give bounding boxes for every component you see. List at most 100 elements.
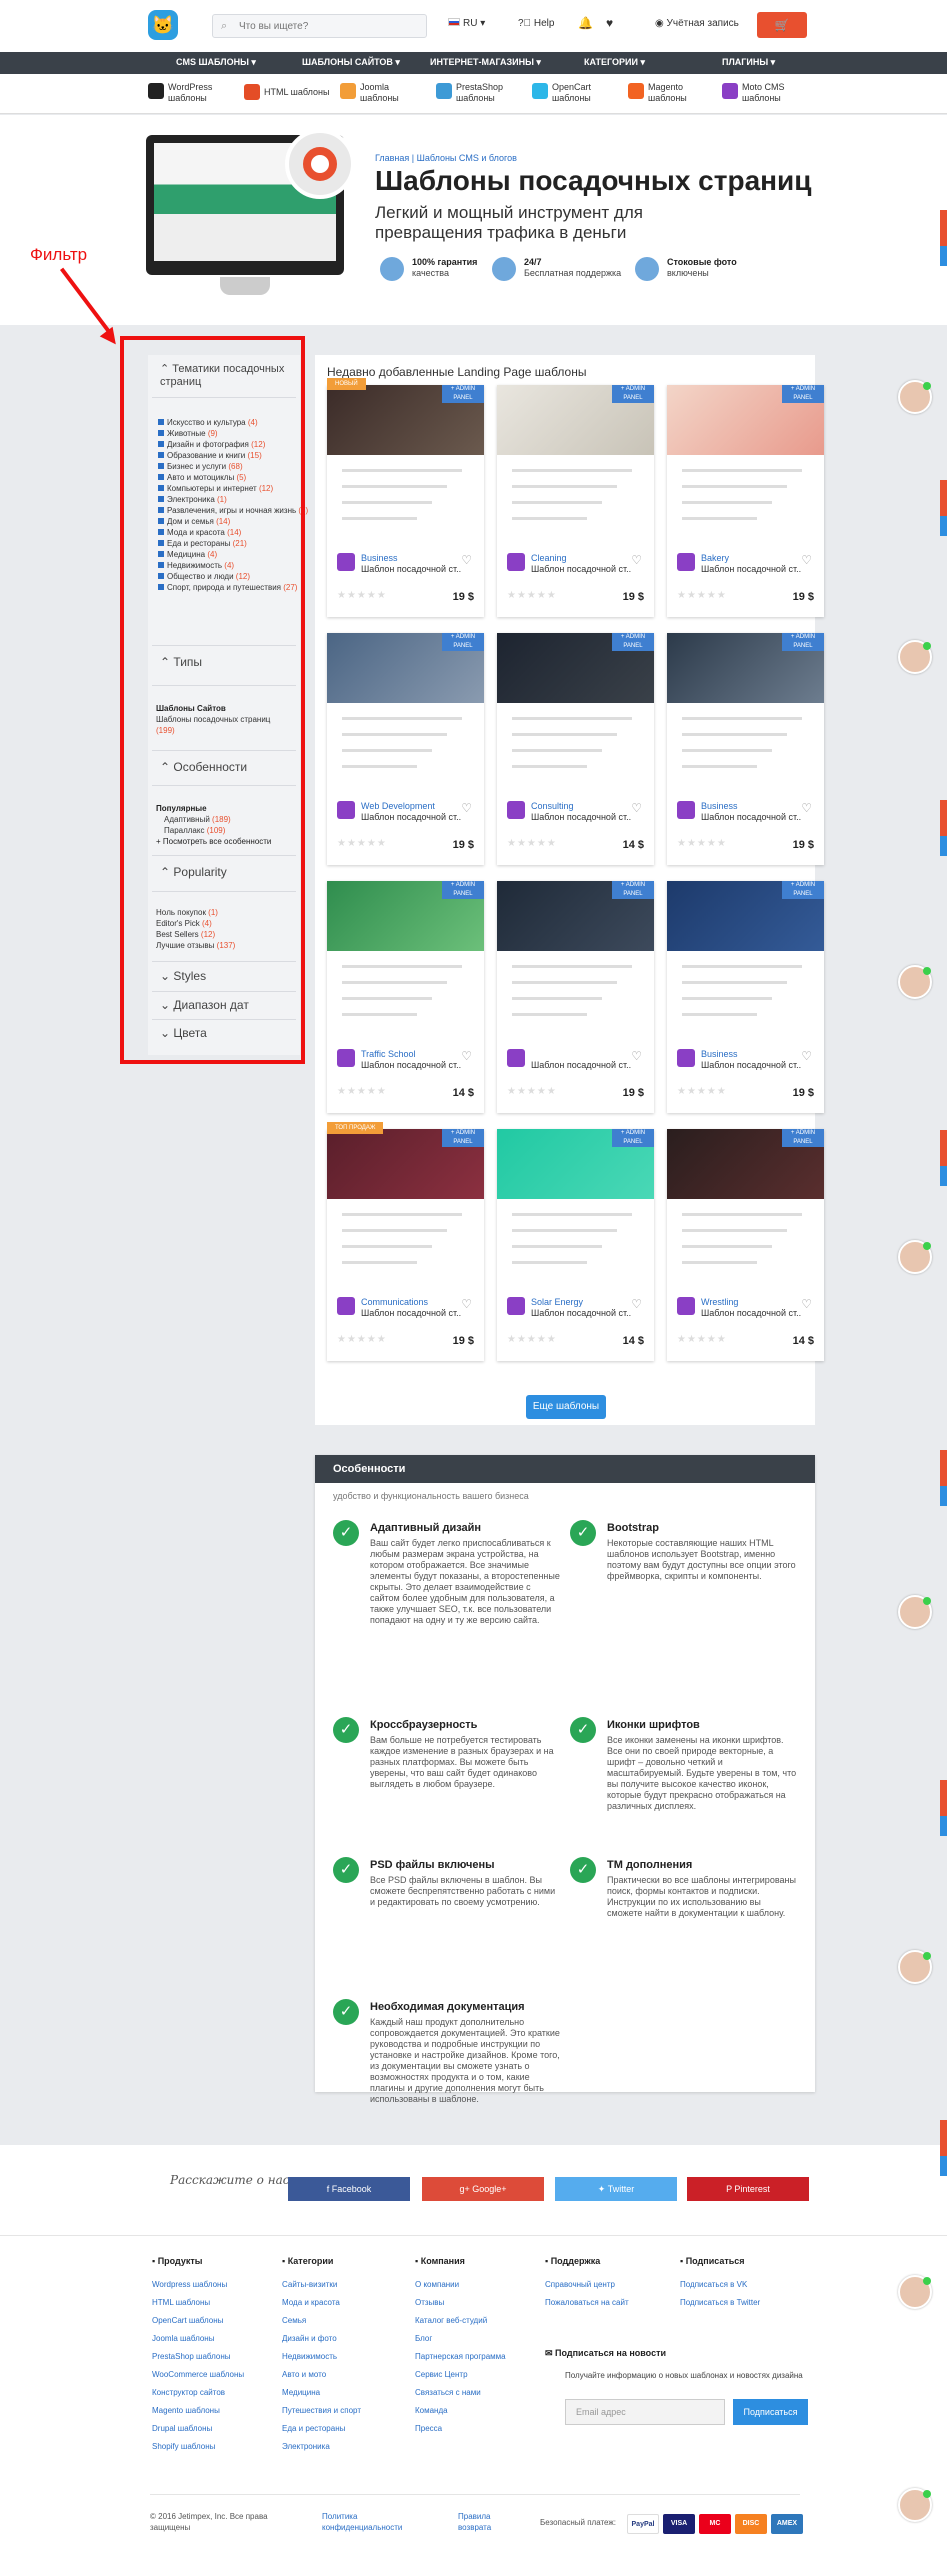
template-preview-image[interactable] xyxy=(497,385,654,543)
side-tab[interactable] xyxy=(940,516,947,536)
account-link[interactable]: ◉ Учётная запись xyxy=(655,18,739,29)
footer-link[interactable]: HTML шаблоны xyxy=(152,2294,244,2312)
heart-icon[interactable]: ♡ xyxy=(461,1297,472,1311)
template-name[interactable]: Communications xyxy=(361,1297,428,1307)
template-preview-image[interactable] xyxy=(327,1129,484,1287)
template-name[interactable]: Wrestling xyxy=(701,1297,738,1307)
side-tab[interactable] xyxy=(940,246,947,266)
breadcrumb[interactable]: Главная | Шаблоны CMS и блогов xyxy=(375,153,517,163)
help-link[interactable]: ?⃝ Help xyxy=(518,18,554,29)
side-tab[interactable] xyxy=(940,1130,947,1166)
template-preview-image[interactable] xyxy=(497,881,654,1039)
footer-link[interactable]: Медицина xyxy=(282,2384,361,2402)
footer-link[interactable]: О компании xyxy=(415,2276,506,2294)
footer-link[interactable]: Каталог веб-студий xyxy=(415,2312,506,2330)
heart-icon[interactable]: ♡ xyxy=(631,1049,642,1063)
footer-link[interactable]: Подписаться в Twitter xyxy=(680,2294,760,2312)
side-tab[interactable] xyxy=(940,2156,947,2176)
cms-item-motocms[interactable]: Moto CMS шаблоны xyxy=(722,82,785,104)
footer-link[interactable]: Блог xyxy=(415,2330,506,2348)
footer-link[interactable]: Мода и красота xyxy=(282,2294,361,2312)
template-card[interactable]: + ADMIN PANEL Cleaning Шаблон посадочной с… xyxy=(497,385,654,617)
cms-item-wordpress[interactable]: WordPress шаблоны xyxy=(148,82,212,104)
footer-link[interactable]: Wordpress шаблоны xyxy=(152,2276,244,2294)
template-name[interactable]: Bakery xyxy=(701,553,729,563)
chat-avatar[interactable] xyxy=(898,965,932,999)
footer-link[interactable]: Путешествия и спорт xyxy=(282,2402,361,2420)
heart-icon[interactable]: ♡ xyxy=(461,801,472,815)
heart-icon[interactable]: ♡ xyxy=(801,1297,812,1311)
template-name[interactable]: Business xyxy=(361,553,398,563)
heart-icon[interactable]: ♡ xyxy=(631,553,642,567)
pinterest-button[interactable]: P Pinterest xyxy=(687,2177,809,2201)
side-tab[interactable] xyxy=(940,1450,947,1486)
footer-link[interactable]: Партнерская программа xyxy=(415,2348,506,2366)
cms-item-magento[interactable]: Magento шаблоны xyxy=(628,82,687,104)
more-templates-button[interactable]: Еще шаблоны xyxy=(526,1395,606,1419)
side-tab[interactable] xyxy=(940,1780,947,1816)
template-name[interactable]: Business xyxy=(701,1049,738,1059)
template-name[interactable]: Consulting xyxy=(531,801,574,811)
heart-icon[interactable]: ♥ xyxy=(606,16,613,30)
footer-link[interactable]: Пресса xyxy=(415,2420,506,2438)
cms-item-html[interactable]: HTML шаблоны xyxy=(244,84,329,100)
footer-link[interactable]: Shopify шаблоны xyxy=(152,2438,244,2456)
template-name[interactable]: Web Development xyxy=(361,801,435,811)
chat-avatar[interactable] xyxy=(898,1240,932,1274)
template-preview-image[interactable] xyxy=(667,881,824,1039)
nav-ecommerce[interactable]: ИНТЕРНЕТ-МАГАЗИНЫ ▾ xyxy=(430,57,541,68)
logo[interactable]: 🐱 xyxy=(148,10,178,40)
footer-link[interactable]: Семья xyxy=(282,2312,361,2330)
heart-icon[interactable]: ♡ xyxy=(801,553,812,567)
template-preview-image[interactable] xyxy=(327,881,484,1039)
nav-plugins[interactable]: ПЛАГИНЫ ▾ xyxy=(722,57,775,68)
template-card[interactable]: + ADMIN PANEL Business Шаблон посадочной с… xyxy=(667,633,824,865)
template-preview-image[interactable] xyxy=(667,1129,824,1287)
template-card[interactable]: + ADMIN PANEL Wrestling Шаблон посадочной … xyxy=(667,1129,824,1361)
chat-avatar[interactable] xyxy=(898,1595,932,1629)
search-box[interactable]: ⌕ xyxy=(212,14,427,38)
footer-link[interactable]: Электроника xyxy=(282,2438,361,2456)
template-card[interactable]: + ADMIN PANEL Business Шаблон посадочной с… xyxy=(667,881,824,1113)
footer-link[interactable]: PrestaShop шаблоны xyxy=(152,2348,244,2366)
returns-link[interactable]: Правила возврата xyxy=(458,2511,508,2533)
googleplus-button[interactable]: g+ Google+ xyxy=(422,2177,544,2201)
template-card[interactable]: + ADMIN PANEL Consulting Шаблон посадочной… xyxy=(497,633,654,865)
heart-icon[interactable]: ♡ xyxy=(461,1049,472,1063)
template-card[interactable]: + ADMIN PANEL Bakery Шаблон посадочной ст.… xyxy=(667,385,824,617)
twitter-button[interactable]: ✦ Twitter xyxy=(555,2177,677,2201)
newsletter-subscribe-button[interactable]: Подписаться xyxy=(733,2399,808,2425)
chat-avatar[interactable] xyxy=(898,380,932,414)
footer-link[interactable]: Сайты-визитки xyxy=(282,2276,361,2294)
template-card[interactable]: + ADMIN PANEL Solar Energy Шаблон посадочн… xyxy=(497,1129,654,1361)
footer-link[interactable]: Еда и рестораны xyxy=(282,2420,361,2438)
newsletter-email-input[interactable]: Email адрес xyxy=(565,2399,725,2425)
footer-link[interactable]: Magento шаблоны xyxy=(152,2402,244,2420)
privacy-link[interactable]: Политика конфиденциальности xyxy=(322,2511,402,2533)
footer-link[interactable]: Конструктор сайтов xyxy=(152,2384,244,2402)
template-name[interactable]: Solar Energy xyxy=(531,1297,583,1307)
footer-link[interactable]: Joomla шаблоны xyxy=(152,2330,244,2348)
footer-link[interactable]: Отзывы xyxy=(415,2294,506,2312)
footer-link[interactable]: Команда xyxy=(415,2402,506,2420)
side-tab[interactable] xyxy=(940,836,947,856)
chat-avatar[interactable] xyxy=(898,2275,932,2309)
template-preview-image[interactable] xyxy=(327,633,484,791)
side-tab[interactable] xyxy=(940,1816,947,1836)
footer-link[interactable]: OpenCart шаблоны xyxy=(152,2312,244,2330)
footer-link[interactable]: Пожаловаться на сайт xyxy=(545,2294,629,2312)
template-preview-image[interactable] xyxy=(497,1129,654,1287)
template-preview-image[interactable] xyxy=(497,633,654,791)
footer-link[interactable]: Дизайн и фото xyxy=(282,2330,361,2348)
language-selector[interactable]: RU ▾ xyxy=(448,18,485,29)
nav-cms[interactable]: CMS ШАБЛОНЫ ▾ xyxy=(176,57,256,68)
bell-icon[interactable]: 🔔 xyxy=(578,16,593,30)
search-input[interactable] xyxy=(239,18,419,34)
chat-avatar[interactable] xyxy=(898,1950,932,1984)
footer-link[interactable]: Недвижимость xyxy=(282,2348,361,2366)
nav-site-templates[interactable]: ШАБЛОНЫ САЙТОВ ▾ xyxy=(302,57,400,68)
cms-item-opencart[interactable]: OpenCart шаблоны xyxy=(532,82,591,104)
heart-icon[interactable]: ♡ xyxy=(801,1049,812,1063)
template-name[interactable]: Cleaning xyxy=(531,553,567,563)
side-tab[interactable] xyxy=(940,1486,947,1506)
